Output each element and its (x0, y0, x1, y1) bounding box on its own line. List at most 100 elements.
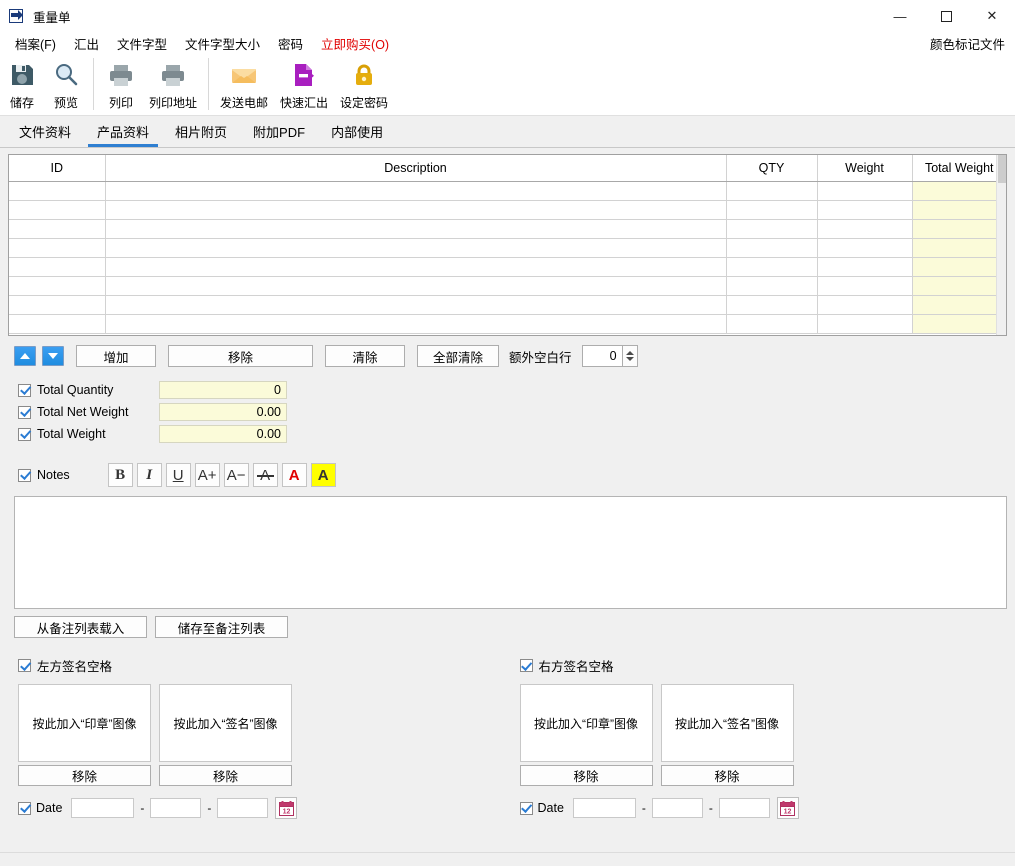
cell-total-weight[interactable] (912, 314, 1006, 334)
menu-item-buy-now[interactable]: 立即购买(O) (312, 32, 398, 55)
cell-weight[interactable] (817, 257, 913, 277)
strikethrough-button[interactable]: A (252, 463, 278, 487)
right-date-year-input[interactable] (572, 798, 636, 818)
cell-description[interactable] (105, 219, 727, 239)
left-signature-checkbox[interactable] (18, 659, 31, 672)
bold-button[interactable]: B (107, 463, 133, 487)
set-password-button[interactable]: 设定密码 (334, 56, 394, 111)
italic-button[interactable]: I (136, 463, 162, 487)
cell-total-weight[interactable] (912, 295, 1006, 315)
table-row[interactable] (9, 219, 1006, 239)
left-sign-dropzone[interactable]: 按此加入“签名”图像 (159, 684, 292, 762)
menu-item-document-font[interactable]: 文件字型 (108, 32, 176, 55)
left-date-month-input[interactable] (150, 798, 202, 818)
preview-button[interactable]: 预览 (44, 56, 88, 111)
cell-qty[interactable] (726, 314, 818, 334)
cell-total-weight[interactable] (912, 257, 1006, 277)
cell-weight[interactable] (817, 276, 913, 296)
table-row[interactable] (9, 314, 1006, 334)
cell-qty[interactable] (726, 219, 818, 239)
maximize-button[interactable] (923, 0, 969, 32)
left-date-year-input[interactable] (71, 798, 135, 818)
right-stamp-dropzone[interactable]: 按此加入“印章”图像 (519, 684, 653, 762)
scrollbar-thumb[interactable] (998, 155, 1006, 183)
table-row[interactable] (9, 238, 1006, 258)
tab-internal-use[interactable]: 内部使用 (318, 116, 396, 147)
right-calendar-button[interactable]: 12 (776, 797, 799, 819)
send-email-button[interactable]: 发送电邮 (214, 56, 274, 111)
cell-qty[interactable] (726, 276, 818, 296)
cell-total-weight[interactable] (912, 276, 1006, 296)
right-stamp-remove-button[interactable]: 移除 (519, 765, 653, 786)
cell-description[interactable] (105, 314, 727, 334)
menu-item-export[interactable]: 汇出 (65, 32, 108, 55)
column-header-weight[interactable]: Weight (817, 155, 913, 182)
tab-photo-attachment[interactable]: 相片附页 (162, 116, 240, 147)
cell-total-weight[interactable] (912, 181, 1006, 201)
cell-id[interactable] (9, 238, 106, 258)
font-increase-button[interactable]: A+ (194, 463, 220, 487)
tab-product-info[interactable]: 产品资料 (84, 116, 162, 147)
remove-row-button[interactable]: 移除 (168, 345, 313, 367)
cell-weight[interactable] (817, 181, 913, 201)
cell-weight[interactable] (817, 219, 913, 239)
cell-weight[interactable] (817, 200, 913, 220)
cell-total-weight[interactable] (912, 219, 1006, 239)
print-button[interactable]: 列印 (99, 56, 143, 111)
column-header-qty[interactable]: QTY (726, 155, 818, 182)
cell-qty[interactable] (726, 200, 818, 220)
extra-blank-rows-input[interactable] (581, 345, 622, 367)
table-row[interactable] (9, 200, 1006, 220)
move-row-up-button[interactable] (14, 346, 36, 366)
cell-total-weight[interactable] (912, 200, 1006, 220)
left-stamp-dropzone[interactable]: 按此加入“印章”图像 (18, 684, 151, 762)
clear-all-button[interactable]: 全部清除 (417, 345, 499, 367)
right-sign-remove-button[interactable]: 移除 (660, 765, 794, 786)
print-address-button[interactable]: 列印地址 (143, 56, 203, 111)
add-row-button[interactable]: 增加 (76, 345, 156, 367)
cell-id[interactable] (9, 295, 106, 315)
cell-weight[interactable] (817, 238, 913, 258)
total-weight-checkbox[interactable] (18, 427, 31, 441)
cell-id[interactable] (9, 276, 106, 296)
font-decrease-button[interactable]: A− (223, 463, 249, 487)
left-date-checkbox[interactable] (18, 801, 31, 815)
cell-description[interactable] (105, 181, 727, 201)
cell-description[interactable] (105, 200, 727, 220)
table-row[interactable] (9, 257, 1006, 277)
table-vertical-scrollbar[interactable] (996, 155, 1006, 335)
font-color-button[interactable]: A (281, 463, 307, 487)
cell-description[interactable] (105, 295, 727, 315)
column-header-total-weight[interactable]: Total Weight (912, 155, 1006, 182)
column-header-description[interactable]: Description (105, 155, 727, 182)
cell-description[interactable] (105, 238, 727, 258)
cell-id[interactable] (9, 200, 106, 220)
highlight-color-button[interactable]: A (310, 463, 336, 487)
menu-item-document-font-size[interactable]: 文件字型大小 (176, 32, 269, 55)
save-button[interactable]: 储存 (0, 56, 44, 111)
column-header-id[interactable]: ID (9, 155, 106, 182)
cell-id[interactable] (9, 257, 106, 277)
left-calendar-button[interactable]: 12 (275, 797, 298, 819)
right-date-month-input[interactable] (651, 798, 703, 818)
cell-id[interactable] (9, 181, 106, 201)
cell-description[interactable] (105, 276, 727, 296)
table-row[interactable] (9, 295, 1006, 315)
right-date-day-input[interactable] (718, 798, 770, 818)
cell-id[interactable] (9, 314, 106, 334)
cell-qty[interactable] (726, 238, 818, 258)
total-quantity-checkbox[interactable] (18, 383, 31, 397)
extra-blank-rows-stepper[interactable] (581, 345, 638, 367)
notes-checkbox[interactable] (18, 468, 31, 482)
color-marked-file-label[interactable]: 颜色标记文件 (930, 34, 1005, 53)
tab-document-info[interactable]: 文件资料 (6, 116, 84, 147)
menu-item-file[interactable]: 档案(F) (6, 32, 65, 55)
menu-item-password[interactable]: 密码 (269, 32, 312, 55)
quick-export-button[interactable]: 快速汇出 (274, 56, 334, 111)
minimize-button[interactable]: — (877, 0, 923, 32)
cell-qty[interactable] (726, 181, 818, 201)
right-signature-checkbox[interactable] (519, 659, 533, 672)
move-row-down-button[interactable] (42, 346, 64, 366)
cell-total-weight[interactable] (912, 238, 1006, 258)
tab-attach-pdf[interactable]: 附加PDF (240, 116, 318, 147)
